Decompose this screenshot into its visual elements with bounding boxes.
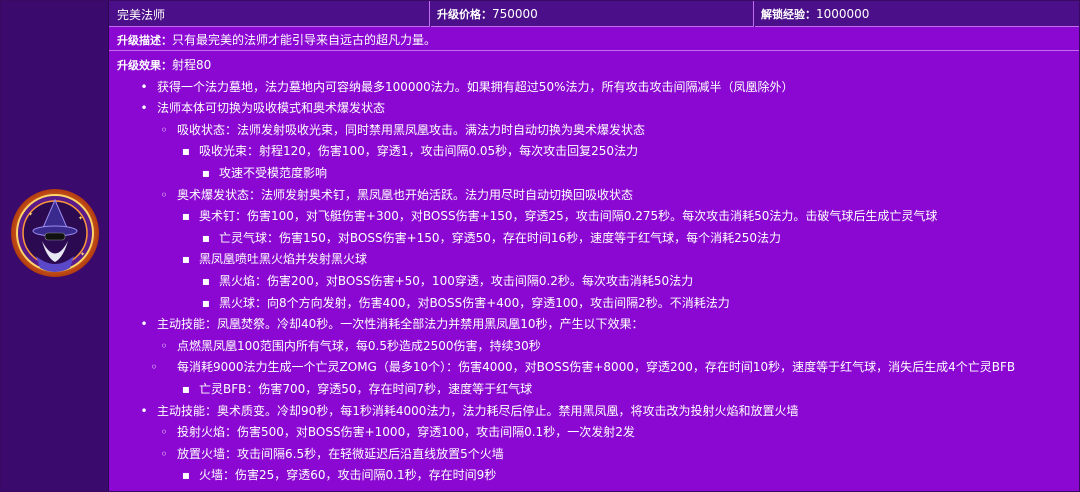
exp-value: 1000000 <box>816 7 870 21</box>
bullet-icon: ◦ <box>160 187 168 202</box>
effect-text: 奥术钉：伤害100，对飞艇伤害+300，对BOSS伤害+150，穿透25，攻击间… <box>199 209 938 224</box>
effect-line: ◦ 吸收状态：法师发射吸收光束，同时禁用黑凤凰攻击。满法力时自动切换为奥术爆发状态 <box>117 120 1071 142</box>
exp-label: 解锁经验： <box>761 8 816 21</box>
effect-text: 攻速不受模范度影响 <box>219 165 328 180</box>
bullet-icon: ◦ <box>160 122 168 137</box>
effect-line: ▪ 吸收光束：射程120，伤害100，穿透1，攻击间隔0.05秒，每次攻击回复25… <box>117 141 1071 163</box>
bullet-icon: ▪ <box>201 273 211 288</box>
description-text: 只有最完美的法师才能引导来自远古的超凡力量。 <box>172 33 437 47</box>
effect-text: 每消耗9000法力生成一个亡灵ZOMG（最多10个）：伤害4000，对BOSS伤… <box>177 360 1016 375</box>
bullet-icon: • <box>140 79 148 94</box>
wizard-portrait-icon: ✦ ✦ ✦ <box>11 189 99 277</box>
bullet-icon: ▪ <box>201 295 211 310</box>
effect-line: ▪ 黑火焰：伤害200，对BOSS伤害+50，100穿透，攻击间隔0.2秒。每次攻… <box>117 271 1071 293</box>
effect-text: 法师本体可切换为吸收模式和奥术爆发状态 <box>157 101 386 116</box>
description-row: 升级描述：只有最完美的法师才能引导来自远古的超凡力量。 <box>109 27 1079 51</box>
effect-text: 亡灵气球：伤害150，对BOSS伤害+150，穿透50，存在时间16秒，速度等于… <box>219 230 782 245</box>
effect-line: ◦ 放置火墙：攻击间隔6.5秒，在轻微延迟后沿直线放置5个火墙 <box>117 444 1071 466</box>
unlock-exp: 解锁经验：1000000 <box>755 1 1079 27</box>
effect-text: 放置火墙：攻击间隔6.5秒，在轻微延迟后沿直线放置5个火墙 <box>177 446 504 461</box>
bullet-icon: ▪ <box>181 468 191 483</box>
effect-text: 黑火焰：伤害200，对BOSS伤害+50，100穿透，攻击间隔0.2秒。每次攻击… <box>219 273 694 288</box>
bullet-icon: ▪ <box>201 165 211 180</box>
effect-line: ▪ 亡灵气球：伤害150，对BOSS伤害+150，穿透50，存在时间16秒，速度等… <box>117 228 1071 250</box>
tower-name: 完美法师 <box>109 1 430 27</box>
bullet-icon: ◦ <box>160 425 168 440</box>
bullet-icon: ◦ <box>150 360 158 375</box>
svg-text:✦: ✦ <box>28 211 33 218</box>
price-value: 750000 <box>492 7 538 21</box>
effect-line: • 法师本体可切换为吸收模式和奥术爆发状态 <box>117 98 1071 120</box>
effect-text: 主动技能：凤凰焚祭。冷却40秒。一次性消耗全部法力并禁用黑凤凰10秒，产生以下效… <box>157 317 644 332</box>
effects-section: 升级效果：射程80 • 获得一个法力墓地，法力墓地内可容纳最多100000法力。如… <box>109 51 1079 491</box>
effects-list: • 获得一个法力墓地，法力墓地内可容纳最多100000法力。如果拥有超过50%法力… <box>117 77 1071 487</box>
effect-text: 吸收状态：法师发射吸收光束，同时禁用黑凤凰攻击。满法力时自动切换为奥术爆发状态 <box>177 122 646 137</box>
bullet-icon: ▪ <box>181 252 191 267</box>
header-row: 完美法师 升级价格：750000 解锁经验：1000000 <box>109 1 1079 27</box>
effects-range: 射程80 <box>172 58 212 72</box>
effect-line: • 主动技能：凤凰焚祭。冷却40秒。一次性消耗全部法力并禁用黑凤凰10秒，产生以下… <box>117 314 1071 336</box>
bullet-icon: ◦ <box>160 446 168 461</box>
description-label: 升级描述： <box>117 34 172 47</box>
effect-line: ◦ 奥术爆发状态：法师发射奥术钉，黑凤凰也开始活跃。法力用尽时自动切换回吸收状态 <box>117 185 1071 207</box>
effect-text: 黑凤凰喷吐黑火焰并发射黑火球 <box>199 252 368 267</box>
effect-line: ▪ 黑火球：向8个方向发射，伤害400，对BOSS伤害+400，穿透100，攻击间… <box>117 293 1071 315</box>
bullet-icon: • <box>140 101 148 116</box>
effect-text: 奥术爆发状态：法师发射奥术钉，黑凤凰也开始活跃。法力用尽时自动切换回吸收状态 <box>177 187 634 202</box>
price-label: 升级价格： <box>437 8 492 21</box>
portrait-column: ✦ ✦ ✦ <box>1 1 109 491</box>
effect-line: ◦ 投射火焰：伤害500，对BOSS伤害+1000，穿透100，攻击间隔0.1秒，… <box>117 422 1071 444</box>
effect-line: ▪ 攻速不受模范度影响 <box>117 163 1071 185</box>
effect-text: 点燃黑凤凰100范围内所有气球，每0.5秒造成2500伤害，持续30秒 <box>177 338 541 353</box>
effect-text: 获得一个法力墓地，法力墓地内可容纳最多100000法力。如果拥有超过50%法力，… <box>157 79 794 94</box>
effect-line: ▪ 亡灵BFB：伤害700，穿透50，存在时间7秒，速度等于红气球 <box>117 379 1071 401</box>
effect-line: • 获得一个法力墓地，法力墓地内可容纳最多100000法力。如果拥有超过50%法力… <box>117 77 1071 99</box>
effect-line: ▪ 黑凤凰喷吐黑火焰并发射黑火球 <box>117 249 1071 271</box>
effects-label: 升级效果： <box>117 59 172 72</box>
effect-line: ◦ 点燃黑凤凰100范围内所有气球，每0.5秒造成2500伤害，持续30秒 <box>117 336 1071 358</box>
bullet-icon: ▪ <box>181 144 191 159</box>
effect-text: 黑火球：向8个方向发射，伤害400，对BOSS伤害+400，穿透100，攻击间隔… <box>219 295 730 310</box>
bullet-icon: • <box>140 403 148 418</box>
bullet-icon: ◦ <box>160 338 168 353</box>
effect-text: 吸收光束：射程120，伤害100，穿透1，攻击间隔0.05秒，每次攻击回复250… <box>199 144 639 159</box>
bullet-icon: ▪ <box>201 230 211 245</box>
svg-text:✦: ✦ <box>80 251 85 258</box>
bullet-icon: ▪ <box>181 209 191 224</box>
upgrade-card: ✦ ✦ ✦ 完美法师 升级价格：750000 解锁经验：1000000 升级描述… <box>0 0 1080 492</box>
effect-text: 主动技能：奥术质变。冷却90秒，每1秒消耗4000法力，法力耗尽后停止。禁用黑凤… <box>157 403 799 418</box>
effect-text: 投射火焰：伤害500，对BOSS伤害+1000，穿透100，攻击间隔0.1秒，一… <box>177 425 635 440</box>
effect-text: 亡灵BFB：伤害700，穿透50，存在时间7秒，速度等于红气球 <box>199 381 533 396</box>
effect-text: 火墙：伤害25，穿透60，攻击间隔0.1秒，存在时间9秒 <box>199 468 497 483</box>
effects-header: 升级效果：射程80 <box>117 55 1071 77</box>
effect-line: ▪ 奥术钉：伤害100，对飞艇伤害+300，对BOSS伤害+150，穿透25，攻击… <box>117 206 1071 228</box>
effect-line: ▪ 火墙：伤害25，穿透60，攻击间隔0.1秒，存在时间9秒 <box>117 465 1071 487</box>
bullet-icon: • <box>140 317 148 332</box>
effect-line: ◦ 每消耗9000法力生成一个亡灵ZOMG（最多10个）：伤害4000，对BOSS… <box>117 357 1071 379</box>
upgrade-price: 升级价格：750000 <box>431 1 754 27</box>
effect-line: • 主动技能：奥术质变。冷却90秒，每1秒消耗4000法力，法力耗尽后停止。禁用黑… <box>117 401 1071 423</box>
bullet-icon: ▪ <box>181 381 191 396</box>
svg-text:✦: ✦ <box>78 215 83 222</box>
